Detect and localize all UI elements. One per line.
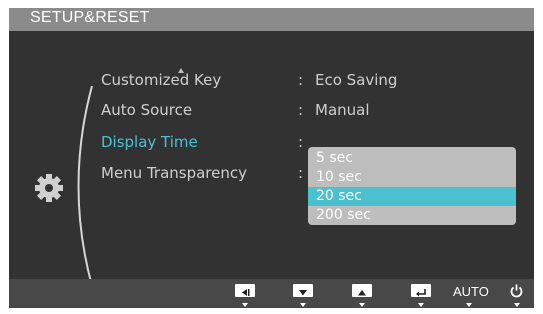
option-10-sec[interactable]: 10 sec [308, 168, 516, 187]
page-title: SETUP&RESET [30, 9, 150, 26]
auto-source-value: Manual [315, 101, 370, 119]
button-indicator-arrow [300, 303, 306, 307]
left-button[interactable] [235, 284, 255, 297]
left-icon [242, 289, 250, 296]
osd-main-panel: Customized Key : Eco Saving Auto Source … [9, 31, 534, 286]
up-button[interactable] [352, 284, 372, 297]
down-button[interactable] [293, 284, 313, 297]
monitor-osd-window: SETUP&RESET Customized Key : Eco Saving … [9, 8, 534, 308]
separator: : [298, 133, 304, 151]
customized-key-value: Eco Saving [315, 71, 398, 89]
option-20-sec-selected[interactable]: 20 sec [308, 187, 516, 206]
menu-item-menu-transparency[interactable]: Menu Transparency [101, 164, 247, 182]
osd-footer-buttons: AUTO [9, 279, 534, 308]
decorative-arc [77, 86, 93, 286]
button-indicator-arrow [242, 303, 248, 307]
up-icon [358, 290, 366, 296]
menu-item-auto-source[interactable]: Auto Source [101, 101, 192, 119]
separator: : [298, 164, 304, 182]
display-time-dropdown[interactable]: 5 sec 10 sec 20 sec 200 sec [308, 147, 516, 225]
power-icon[interactable] [509, 283, 524, 298]
button-indicator-arrow [359, 303, 365, 307]
gear-icon [35, 174, 63, 202]
button-indicator-arrow [466, 303, 472, 307]
separator: : [298, 101, 304, 119]
enter-icon [416, 289, 426, 297]
button-indicator-arrow [514, 303, 520, 307]
enter-button[interactable] [411, 284, 431, 297]
osd-header: SETUP&RESET [9, 8, 534, 31]
option-200-sec[interactable]: 200 sec [308, 206, 516, 225]
separator: : [298, 71, 304, 89]
menu-item-customized-key[interactable]: Customized Key [101, 71, 221, 89]
button-indicator-arrow [418, 303, 424, 307]
option-5-sec[interactable]: 5 sec [308, 149, 516, 168]
menu-item-display-time[interactable]: Display Time [101, 133, 198, 151]
auto-button[interactable]: AUTO [453, 284, 489, 299]
down-icon [299, 290, 307, 296]
